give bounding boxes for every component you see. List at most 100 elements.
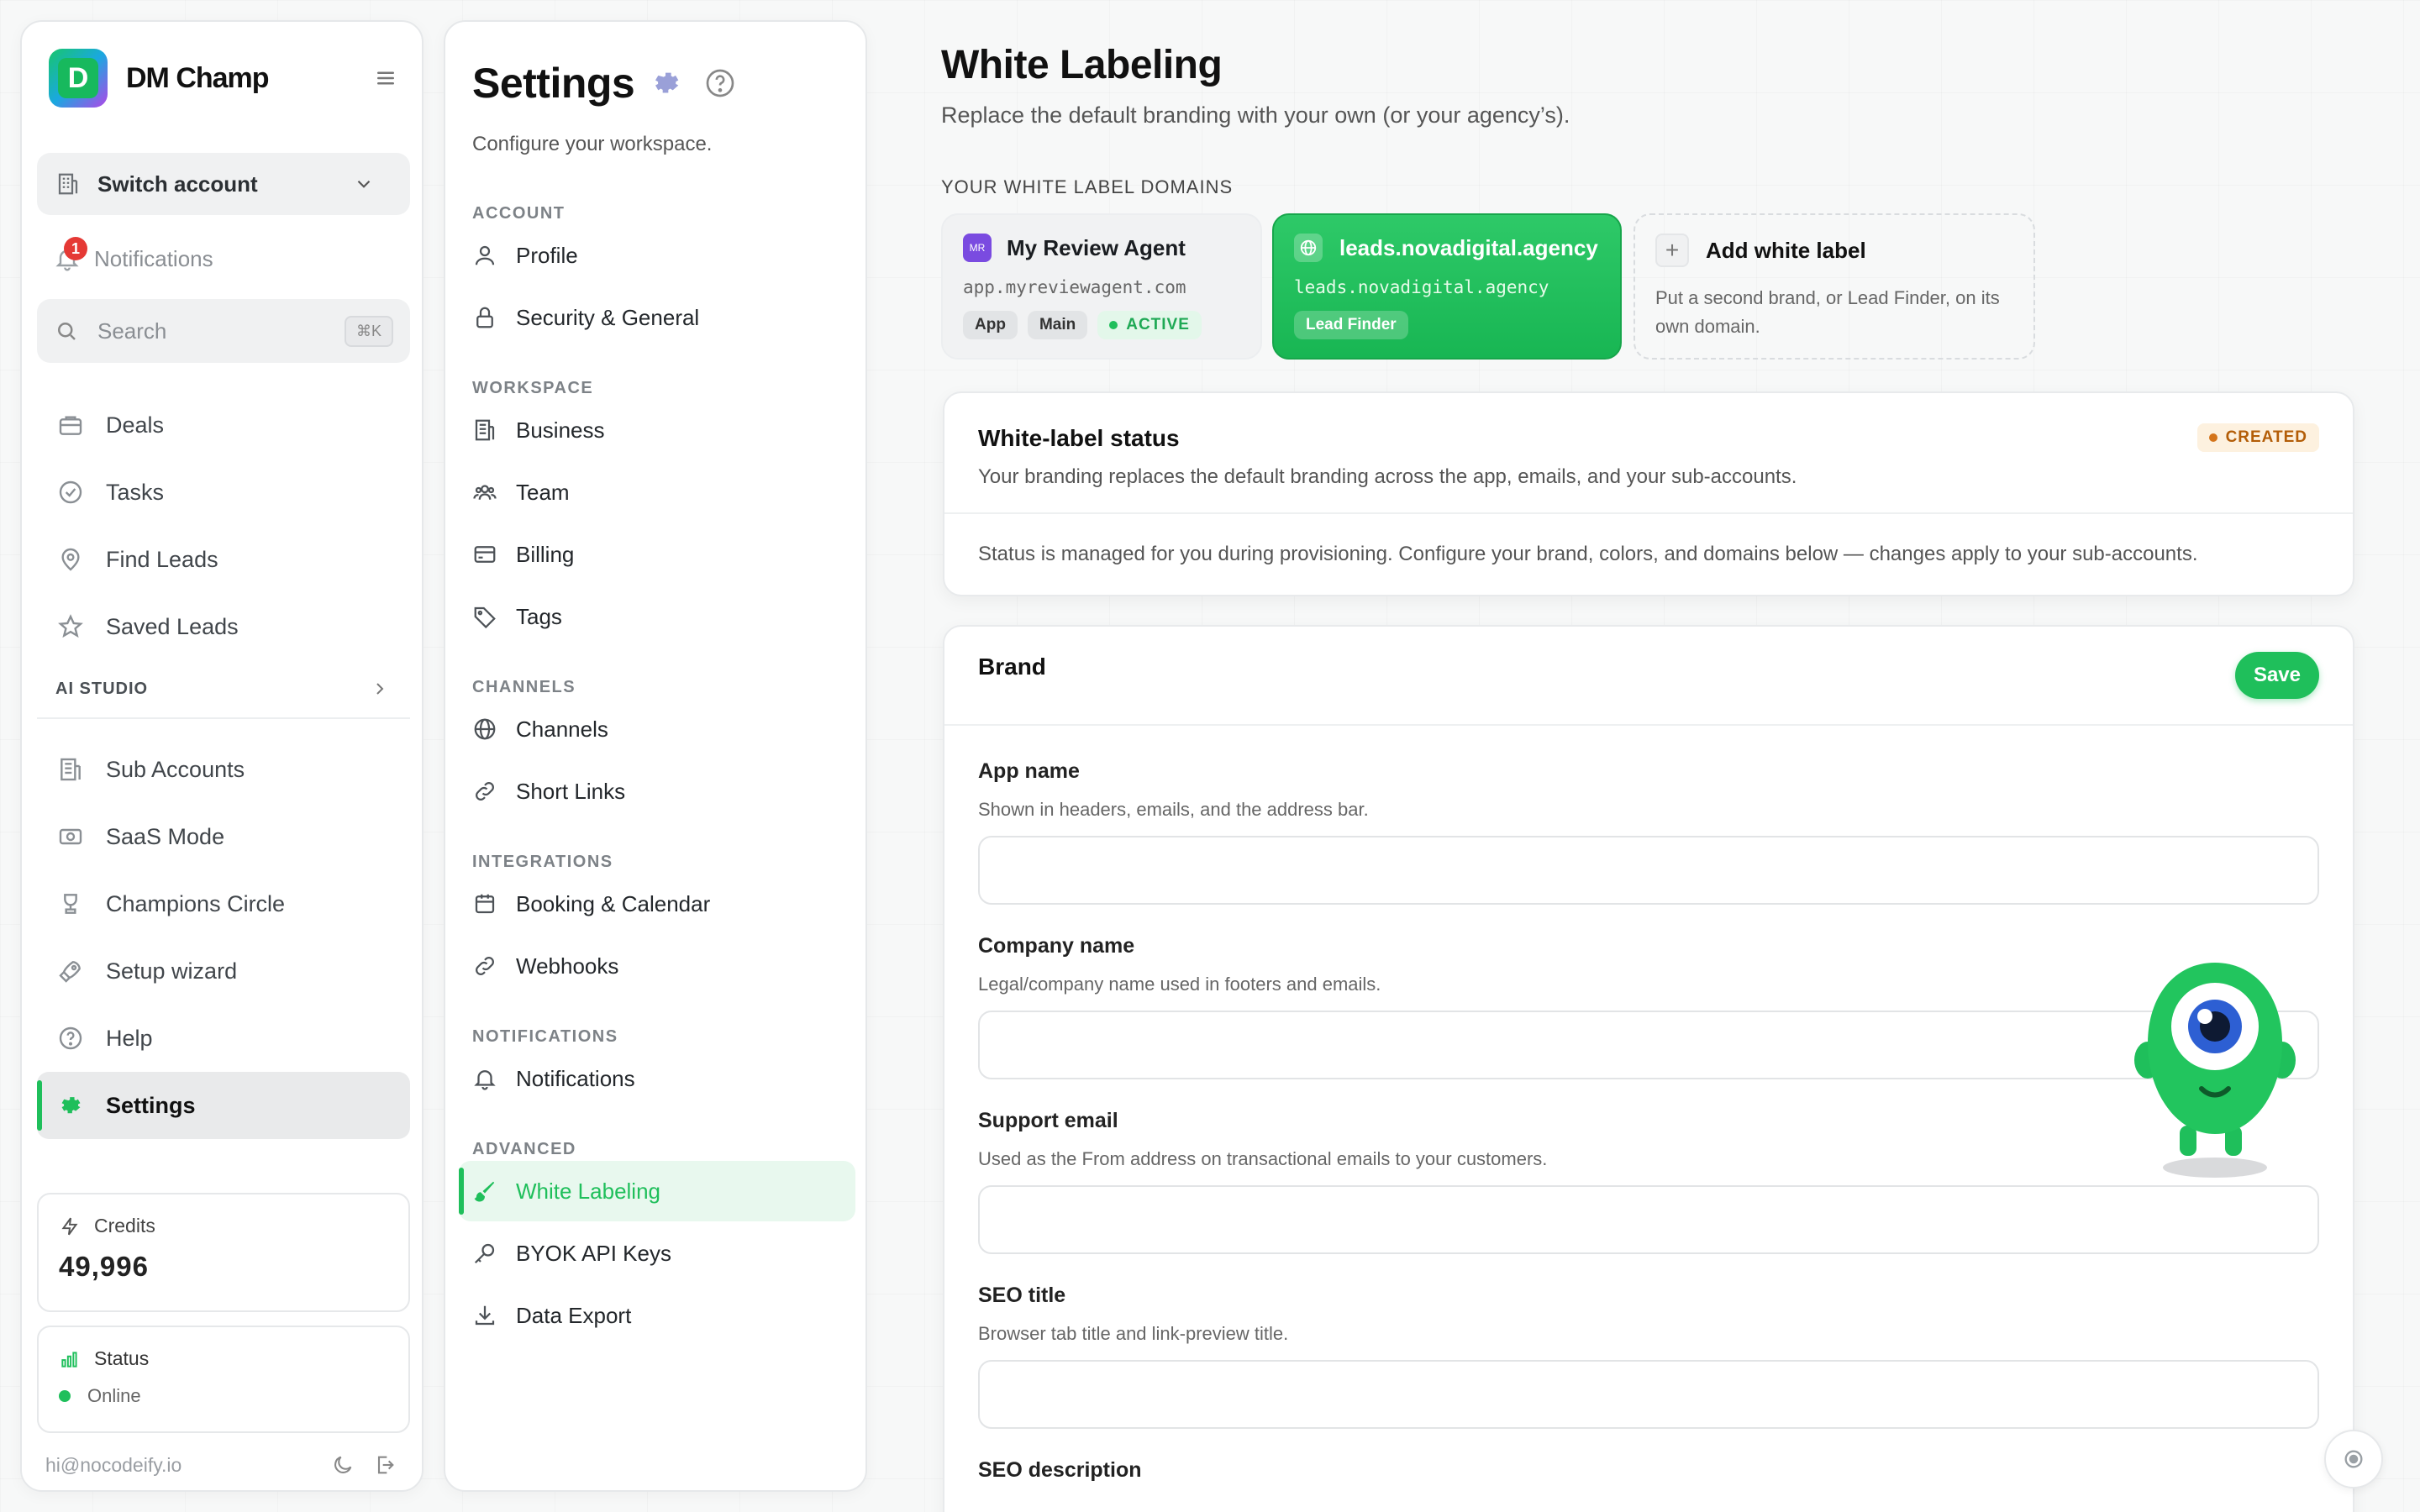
brand-avatar: MR: [963, 234, 992, 262]
settings-section-heading: CHANNELS: [472, 678, 576, 696]
settings-item-short-links[interactable]: Short Links: [459, 761, 855, 822]
search-input[interactable]: [97, 318, 333, 344]
search-box: ⌘K: [37, 299, 410, 363]
team-icon: [472, 480, 497, 505]
settings-item-notifications[interactable]: Notifications: [459, 1048, 855, 1109]
status-badge-text: ACTIVE: [1126, 316, 1190, 333]
settings-nav-list: ACCOUNT Profile Security & General WORKS…: [459, 173, 855, 1346]
settings-item-label: Business: [516, 417, 605, 443]
mascot-icon: [2134, 963, 2296, 1178]
nav-item-deals[interactable]: Deals: [37, 391, 410, 459]
status-badge-text: CREATED: [2225, 428, 2307, 446]
building-icon: [55, 171, 81, 197]
domain-brand-name: leads.novadigital.agency: [1339, 234, 1598, 260]
settings-item-booking-calendar[interactable]: Booking & Calendar: [459, 874, 855, 934]
assistant-fab-button[interactable]: [2324, 1430, 2383, 1488]
bell-icon: [472, 1066, 497, 1091]
save-button[interactable]: Save: [2234, 652, 2319, 699]
settings-section-heading: NOTIFICATIONS: [472, 1027, 618, 1046]
trophy-icon: [57, 890, 84, 917]
settings-item-label: Booking & Calendar: [516, 890, 711, 916]
settings-item-data-export[interactable]: Data Export: [459, 1285, 855, 1346]
settings-item-label: Notifications: [516, 1065, 635, 1091]
chevron-right-icon: [370, 679, 390, 699]
domain-card-lead-finder[interactable]: leads.novadigital.agency leads.novadigit…: [1272, 213, 1622, 360]
settings-item-white-labeling[interactable]: White Labeling: [459, 1161, 855, 1221]
chip-lead-finder: Lead Finder: [1294, 311, 1408, 339]
settings-item-label: Profile: [516, 242, 578, 268]
gear-icon: [650, 66, 683, 100]
status-panel-title: White-label status: [978, 425, 1180, 451]
app-name-field: App name Shown in headers, emails, and t…: [978, 759, 2319, 905]
company-name-input[interactable]: [978, 1011, 2319, 1079]
moon-icon[interactable]: [331, 1453, 355, 1477]
bar-chart-icon: [59, 1348, 81, 1370]
nav-item-label: Tasks: [106, 479, 165, 505]
nav-item-label: Champions Circle: [106, 890, 286, 916]
support-email-input[interactable]: [978, 1185, 2319, 1254]
company-name-field: Company name Legal/company name used in …: [978, 934, 2319, 1079]
settings-item-tags[interactable]: Tags: [459, 586, 855, 647]
settings-item-label: Security & General: [516, 304, 700, 330]
field-label: SEO title: [978, 1284, 1066, 1307]
credits-value: 49,996: [59, 1251, 149, 1282]
settings-item-label: Webhooks: [516, 953, 619, 979]
check-circle-icon: [57, 479, 84, 506]
status-panel-note: Status is managed for you during provisi…: [978, 543, 2198, 565]
nav-item-setup-wizard[interactable]: Setup wizard: [37, 937, 410, 1005]
bell-icon: 1: [54, 237, 87, 272]
seo-description-field: SEO description: [978, 1458, 2319, 1483]
globe-badge: [1294, 234, 1323, 262]
domain-brand-name: My Review Agent: [1007, 234, 1186, 260]
nav-item-champions-circle[interactable]: Champions Circle: [37, 870, 410, 937]
app-name-input[interactable]: [978, 836, 2319, 905]
nav-item-tasks[interactable]: Tasks: [37, 459, 410, 526]
domain-card-my-review-agent[interactable]: MR My Review Agent app.myreviewagent.com…: [941, 213, 1262, 360]
divider: [944, 512, 2353, 514]
add-white-label-card[interactable]: + Add white label Put a second brand, or…: [1634, 213, 2035, 360]
notifications-link[interactable]: 1 Notifications: [54, 235, 213, 282]
field-label: Support email: [978, 1109, 1118, 1132]
settings-item-label: Tags: [516, 603, 562, 629]
chevron-down-icon: [353, 173, 375, 195]
help-icon[interactable]: [703, 66, 737, 100]
settings-item-label: Data Export: [516, 1302, 632, 1328]
status-card: Status Online: [37, 1326, 410, 1433]
logout-icon[interactable]: [373, 1453, 397, 1477]
page-title: White Labeling: [941, 43, 1223, 87]
help-icon: [57, 1025, 84, 1052]
seo-title-input[interactable]: [978, 1360, 2319, 1429]
settings-item-profile[interactable]: Profile: [459, 225, 855, 286]
brand-panel-title: Brand: [978, 654, 1046, 680]
switch-account-label: Switch account: [97, 171, 258, 197]
building-icon: [57, 756, 84, 783]
app-logo[interactable]: D: [49, 49, 108, 108]
ai-studio-section-toggle[interactable]: AI STUDIO: [37, 660, 410, 719]
nav-item-sub-accounts[interactable]: Sub Accounts: [37, 736, 410, 803]
download-icon: [472, 1303, 497, 1328]
settings-item-security[interactable]: Security & General: [459, 287, 855, 348]
settings-item-webhooks[interactable]: Webhooks: [459, 936, 855, 996]
settings-item-byok-api-keys[interactable]: BYOK API Keys: [459, 1223, 855, 1284]
nav-item-find-leads[interactable]: Find Leads: [37, 526, 410, 593]
settings-item-billing[interactable]: Billing: [459, 524, 855, 585]
notification-count-badge: 1: [64, 237, 87, 260]
building-icon: [472, 417, 497, 443]
nav-item-help[interactable]: Help: [37, 1005, 410, 1072]
search-shortcut-hint: ⌘K: [344, 315, 393, 347]
nav-item-settings[interactable]: Settings: [37, 1072, 410, 1139]
settings-item-channels[interactable]: Channels: [459, 699, 855, 759]
status-label: Status: [94, 1347, 150, 1369]
lightning-icon: [59, 1215, 81, 1237]
credit-card-icon: [472, 542, 497, 567]
brand-name: DM Champ: [126, 61, 270, 94]
switch-account-button[interactable]: Switch account: [37, 153, 410, 215]
settings-item-team[interactable]: Team: [459, 462, 855, 522]
sidebar-footer: hi@nocodeify.io: [45, 1446, 397, 1483]
nav-item-saas-mode[interactable]: SaaS Mode: [37, 803, 410, 870]
menu-icon[interactable]: [373, 66, 398, 91]
nav-item-saved-leads[interactable]: Saved Leads: [37, 593, 410, 660]
settings-item-business[interactable]: Business: [459, 400, 855, 460]
settings-subtitle: Configure your workspace.: [472, 133, 713, 155]
link-icon: [472, 779, 497, 804]
